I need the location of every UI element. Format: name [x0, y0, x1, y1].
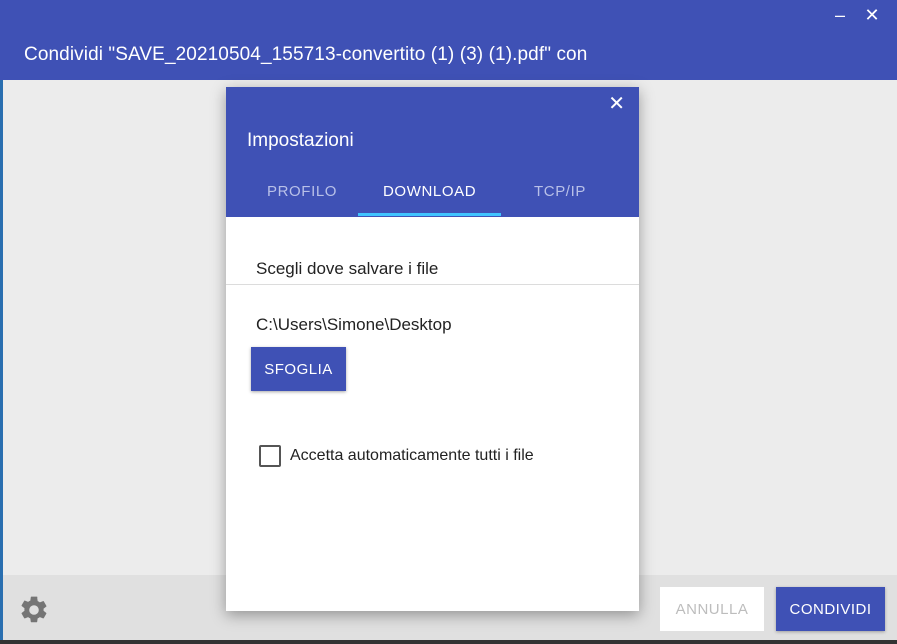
share-title-bar: Condividi "SAVE_20210504_155713-converti…	[0, 32, 897, 80]
tab-profilo[interactable]: PROFILO	[267, 183, 337, 200]
cancel-button[interactable]: ANNULLA	[660, 587, 764, 631]
settings-dialog: ✕ Impostazioni PROFILO DOWNLOAD TCP/IP S…	[226, 87, 639, 611]
browse-button[interactable]: SFOGLIA	[251, 347, 346, 391]
window-controls: – ✕	[831, 4, 881, 26]
save-location-label: Scegli dove salvare i file	[256, 259, 439, 278]
download-path: C:\Users\Simone\Desktop	[256, 315, 452, 334]
auto-accept-label: Accetta automaticamente tutti i file	[290, 447, 534, 464]
section-divider	[226, 284, 639, 285]
dialog-title: Impostazioni	[247, 130, 354, 151]
auto-accept-checkbox[interactable]	[259, 445, 281, 467]
dialog-close-button[interactable]: ✕	[608, 91, 625, 116]
share-button[interactable]: CONDIVIDI	[776, 587, 885, 631]
window-close-button[interactable]: ✕	[863, 4, 881, 26]
tab-download[interactable]: DOWNLOAD	[383, 183, 476, 200]
settings-dialog-header: ✕ Impostazioni PROFILO DOWNLOAD TCP/IP	[226, 87, 639, 217]
share-title: Condividi "SAVE_20210504_155713-converti…	[24, 44, 588, 65]
window-top-strip: – ✕	[0, 0, 897, 32]
active-tab-indicator	[358, 213, 501, 216]
tab-tcp-ip[interactable]: TCP/IP	[534, 183, 586, 200]
auto-accept-option[interactable]: Accetta automaticamente tutti i file	[259, 445, 534, 467]
gear-icon[interactable]	[18, 594, 50, 626]
taskbar-strip	[0, 640, 897, 644]
settings-tabs: PROFILO DOWNLOAD TCP/IP	[226, 173, 639, 217]
minimize-button[interactable]: –	[831, 4, 849, 26]
